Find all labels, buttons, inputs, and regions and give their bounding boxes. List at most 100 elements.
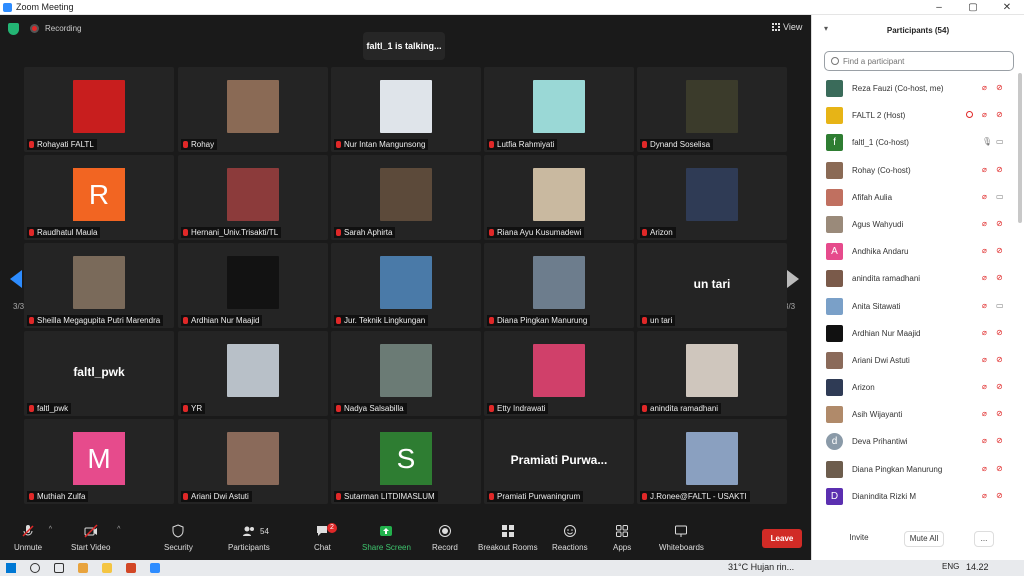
video-tile[interactable]: Jur. Teknik Lingkungan (331, 243, 481, 328)
participant-row[interactable]: Arizon ⌀ ⊘ (812, 374, 1017, 401)
participant-row[interactable]: Afifah Aulia ⌀ ▭ (812, 184, 1017, 211)
video-tile[interactable]: Pramiati Purwa... Pramiati Purwaningrum (484, 419, 634, 504)
participant-initial-avatar: S (380, 432, 432, 485)
next-page-arrow-icon[interactable] (787, 270, 799, 288)
whiteboards-button[interactable]: Whiteboards (659, 524, 704, 552)
tile-name-label: anindita ramadhani (640, 403, 722, 414)
video-tile[interactable]: M Muthiah Zulfa (24, 419, 174, 504)
video-tile[interactable]: Hernani_Univ.Trisakti/TL (178, 155, 328, 240)
participant-row[interactable]: D Dianindita Rizki M ⌀ ⊘ (812, 483, 1017, 510)
participant-row[interactable]: Reza Fauzi (Co-host, me) ⌀ ⊘ (812, 75, 1017, 102)
close-button[interactable]: ✕ (990, 0, 1024, 15)
video-tile[interactable]: Ariani Dwi Astuti (178, 419, 328, 504)
video-tile[interactable]: Rohayati FALTL (24, 67, 174, 152)
participant-row[interactable]: Anita Sitawati ⌀ ▭ (812, 293, 1017, 320)
security-button[interactable]: Security (164, 524, 193, 552)
video-tile[interactable]: R Raudhatul Maula (24, 155, 174, 240)
zoom-taskbar-icon[interactable] (150, 563, 160, 573)
meeting-toolbar: Unmute ^ Start Video ^ Security Particip… (0, 520, 810, 560)
muted-mic-icon (489, 141, 494, 148)
video-tile[interactable]: Nur Intan Mangunsong (331, 67, 481, 152)
more-options-button[interactable]: ... (974, 531, 994, 547)
participant-row[interactable]: A Andhika Andaru ⌀ ⊘ (812, 238, 1017, 265)
camera-off-icon: ⊘ (996, 354, 1003, 364)
unmute-options-caret-icon[interactable]: ^ (49, 526, 52, 533)
collapse-chevron-icon[interactable]: ▾ (824, 24, 828, 33)
reactions-button[interactable]: Reactions (552, 524, 588, 552)
weather-widget[interactable]: 31°C Hujan rin... (728, 562, 794, 572)
video-tile[interactable]: Ardhian Nur Maajid (178, 243, 328, 328)
video-tile[interactable]: Dynand Soselisa (637, 67, 787, 152)
breakout-rooms-button[interactable]: Breakout Rooms (478, 524, 538, 552)
participant-row[interactable]: d Deva Prihantiwi ⌀ ⊘ (812, 428, 1017, 455)
participant-row[interactable]: Rohay (Co-host) ⌀ ⊘ (812, 157, 1017, 184)
video-tile[interactable]: Nadya Salsabilla (331, 331, 481, 416)
view-button[interactable]: View (772, 22, 802, 32)
participant-initial-avatar: R (73, 168, 125, 221)
participant-row[interactable]: Asih Wijayanti ⌀ ⊘ (812, 401, 1017, 428)
participant-search-input[interactable] (843, 56, 1003, 66)
task-view-icon[interactable] (54, 563, 64, 573)
camera-off-icon: ⊘ (996, 164, 1003, 174)
participant-row[interactable]: Agus Wahyudi ⌀ ⊘ (812, 211, 1017, 238)
encryption-shield-icon[interactable] (8, 23, 19, 35)
video-tile[interactable]: Sheilla Megagupita Putri Marendra (24, 243, 174, 328)
tile-name-label: Jur. Teknik Lingkungan (334, 315, 429, 326)
video-tile[interactable]: faltl_pwk faltl_pwk (24, 331, 174, 416)
video-tile[interactable]: un tari un tari (637, 243, 787, 328)
video-tile[interactable]: J.Ronee@FALTL - USAKTI (637, 419, 787, 504)
share-screen-arrow-icon (380, 526, 393, 536)
language-indicator[interactable]: ENG (942, 562, 959, 571)
video-tile[interactable]: Lutfia Rahmiyati (484, 67, 634, 152)
tile-participant-name: Ardhian Nur Maajid (191, 316, 260, 325)
system-clock[interactable]: 14.22 (966, 562, 989, 572)
video-tile[interactable]: S Sutarman LITDIMASLUM (331, 419, 481, 504)
tile-name-label: Dynand Soselisa (640, 139, 714, 150)
video-tile[interactable]: anindita ramadhani (637, 331, 787, 416)
participant-row[interactable]: Ardhian Nur Maajid ⌀ ⊘ (812, 320, 1017, 347)
search-icon[interactable] (30, 563, 40, 573)
participant-row[interactable]: FALTL 2 (Host) ⌀ ⊘ (812, 102, 1017, 129)
record-label: Record (432, 543, 458, 552)
muted-mic-icon (29, 229, 34, 236)
participant-list-scrollbar[interactable] (1018, 73, 1022, 223)
windows-start-icon[interactable] (6, 563, 16, 573)
participant-video-thumbnail (686, 168, 738, 221)
video-tile[interactable]: YR (178, 331, 328, 416)
participant-video-thumbnail (227, 168, 279, 221)
invite-button[interactable]: Invite (844, 531, 874, 547)
record-button[interactable]: Record (432, 524, 458, 552)
participant-video-thumbnail (380, 256, 432, 309)
muted-mic-icon (183, 405, 188, 412)
mute-all-button[interactable]: Mute All (904, 531, 944, 547)
mic-muted-icon: ⌀ (982, 300, 987, 310)
video-tile[interactable]: Diana Pingkan Manurung (484, 243, 634, 328)
previous-page-arrow-icon[interactable] (10, 270, 22, 288)
participant-row[interactable]: Ariani Dwi Astuti ⌀ ⊘ (812, 347, 1017, 374)
participant-row[interactable]: anindita ramadhani ⌀ ⊘ (812, 265, 1017, 292)
participant-row[interactable]: f faltl_1 (Co-host) 🎙 ▭ (812, 129, 1017, 156)
leave-button[interactable]: Leave (762, 529, 802, 548)
participant-name: Diana Pingkan Manurung (852, 464, 943, 474)
video-tile[interactable]: Arizon (637, 155, 787, 240)
share-screen-label: Share Screen (362, 543, 411, 552)
unmute-button[interactable]: Unmute ^ (14, 524, 52, 552)
video-tile[interactable]: Rohay (178, 67, 328, 152)
apps-button[interactable]: Apps (613, 524, 631, 552)
video-tile[interactable]: Sarah Aphirta (331, 155, 481, 240)
grid-icon (772, 23, 780, 31)
chrome-icon[interactable] (78, 563, 88, 573)
share-screen-button[interactable]: Share Screen (362, 524, 411, 552)
participant-row[interactable]: Diana Pingkan Manurung ⌀ ⊘ (812, 456, 1017, 483)
recording-label[interactable]: Recording (45, 24, 81, 33)
powerpoint-icon[interactable] (126, 563, 136, 573)
video-options-caret-icon[interactable]: ^ (117, 526, 120, 533)
start-video-button[interactable]: Start Video ^ (71, 524, 120, 552)
tile-name-label: Hernani_Univ.Trisakti/TL (181, 227, 282, 238)
video-tile[interactable]: Riana Ayu Kusumadewi (484, 155, 634, 240)
maximize-button[interactable]: ▢ (956, 0, 990, 15)
muted-mic-icon (489, 229, 494, 236)
minimize-button[interactable]: – (922, 0, 956, 15)
file-explorer-icon[interactable] (102, 563, 112, 573)
video-tile[interactable]: Etty Indrawati (484, 331, 634, 416)
